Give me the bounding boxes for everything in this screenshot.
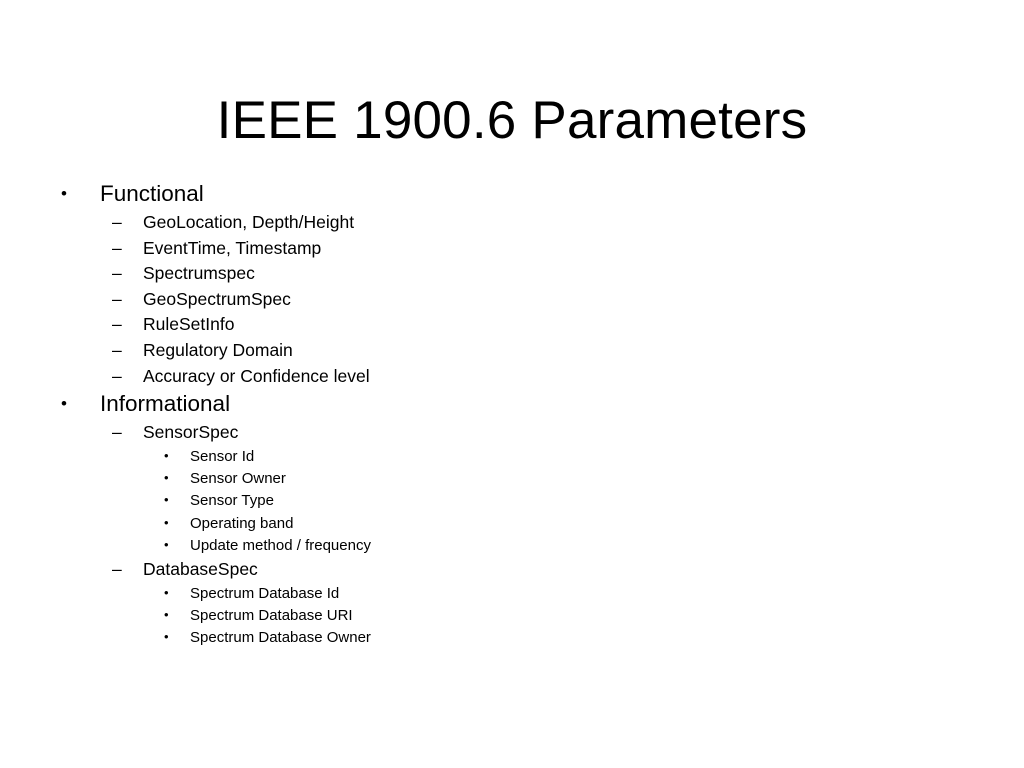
- outline-item-label: Sensor Owner: [190, 470, 286, 488]
- bullet-marker-icon: •: [164, 492, 169, 508]
- outline-item-label: Sensor Id: [190, 447, 255, 465]
- outline-item-level3: • Sensor Owner: [0, 470, 1024, 492]
- bullet-marker-icon: •: [61, 184, 67, 203]
- outline-item-level3: • Spectrum Database Id: [0, 585, 1024, 607]
- bullet-marker-icon: •: [164, 470, 169, 486]
- outline-item-label: EventTime, Timestamp: [143, 237, 322, 258]
- outline-item-level2: – GeoSpectrumSpec: [0, 289, 1024, 315]
- outline-item-label: Spectrum Database Owner: [190, 629, 371, 647]
- outline-item-label: GeoSpectrumSpec: [143, 288, 291, 309]
- outline-item-label: DatabaseSpec: [143, 559, 258, 580]
- slide-title: IEEE 1900.6 Parameters: [216, 90, 808, 150]
- outline-item-label: Functional: [100, 181, 204, 206]
- outline-item-level3: • Sensor Type: [0, 492, 1024, 514]
- bullet-marker-icon: •: [164, 607, 169, 623]
- dash-marker-icon: –: [112, 365, 122, 386]
- dash-marker-icon: –: [112, 288, 122, 309]
- outline-item-level2: – EventTime, Timestamp: [0, 238, 1024, 264]
- outline-item-label: GeoLocation, Depth/Height: [143, 212, 355, 232]
- dash-marker-icon: –: [112, 422, 122, 443]
- outline-item-level2: – GeoLocation, Depth/Height: [0, 212, 1024, 238]
- outline-item-level1: • Functional: [0, 181, 1024, 212]
- outline-item-level3: • Sensor Id: [0, 448, 1024, 470]
- bullet-marker-icon: •: [164, 584, 169, 600]
- outline-item-label: Accuracy or Confidence level: [143, 365, 370, 386]
- outline-item-level2: – SensorSpec: [0, 422, 1024, 448]
- dash-marker-icon: –: [112, 263, 122, 284]
- dash-marker-icon: –: [112, 237, 122, 258]
- outline-item-level1: • Informational: [0, 391, 1024, 422]
- outline-item-label: Spectrum Database Id: [190, 584, 340, 602]
- slide-body-outline: • Functional – GeoLocation, Depth/Height – Ev…: [0, 181, 1024, 652]
- dash-marker-icon: –: [112, 212, 122, 232]
- bullet-marker-icon: •: [61, 394, 67, 414]
- bullet-marker-icon: •: [164, 629, 169, 645]
- bullet-marker-icon: •: [164, 447, 169, 463]
- outline-item-label: Spectrumspec: [143, 263, 255, 284]
- outline-item-level3: • Spectrum Database Owner: [0, 629, 1024, 651]
- outline-item-label: RuleSetInfo: [143, 314, 235, 335]
- outline-item-level3: • Update method / frequency: [0, 537, 1024, 559]
- bullet-marker-icon: •: [164, 536, 169, 552]
- outline-item-level3: • Spectrum Database URI: [0, 607, 1024, 629]
- bullet-marker-icon: •: [164, 514, 169, 530]
- outline-item-label: Regulatory Domain: [143, 339, 293, 360]
- outline-item-level2: – Spectrumspec: [0, 263, 1024, 289]
- outline-item-level2: – DatabaseSpec: [0, 559, 1024, 585]
- outline-item-label: Sensor Type: [190, 492, 274, 510]
- outline-item-level2: – Regulatory Domain: [0, 340, 1024, 366]
- slide-canvas: IEEE 1900.6 Parameters • Functional – GeoLo…: [0, 0, 1024, 768]
- outline-item-level2: – Accuracy or Confidence level: [0, 366, 1024, 392]
- outline-item-level2: – RuleSetInfo: [0, 314, 1024, 340]
- outline-item-label: SensorSpec: [143, 422, 239, 443]
- outline-item-label: Operating band: [190, 514, 294, 532]
- outline-item-label: Informational: [100, 391, 231, 417]
- dash-marker-icon: –: [112, 339, 122, 360]
- dash-marker-icon: –: [112, 559, 122, 580]
- outline-item-level3: • Operating band: [0, 515, 1024, 537]
- outline-item-label: Update method / frequency: [190, 536, 371, 554]
- dash-marker-icon: –: [112, 314, 122, 335]
- outline-item-label: Spectrum Database URI: [190, 607, 353, 625]
